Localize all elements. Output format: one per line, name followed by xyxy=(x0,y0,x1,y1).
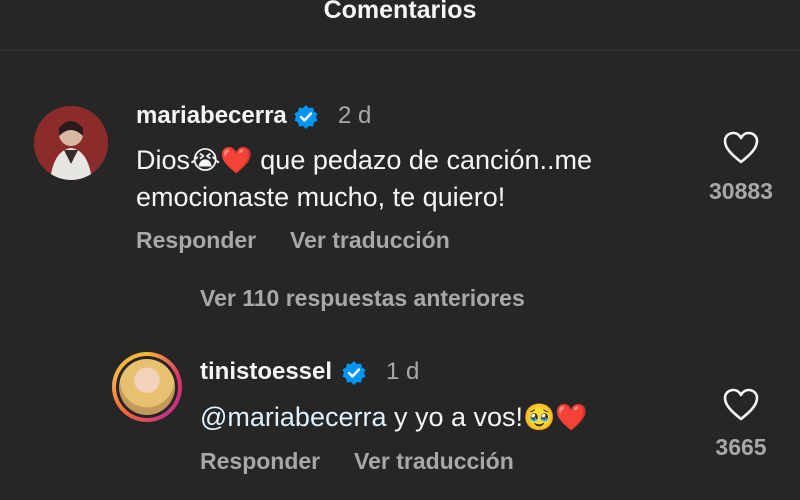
crying-heart-emoji: 😭❤️ xyxy=(190,146,253,176)
like-heart-icon[interactable] xyxy=(723,388,759,422)
comment-text-part: emocionaste mucho, te quiero! xyxy=(136,182,506,212)
avatar-ring-gap xyxy=(116,356,178,418)
reply-text: @mariabecerra y yo a vos!🥹❤️ xyxy=(200,399,588,436)
comment-text: Dios😭❤️ que pedazo de canción..me emocio… xyxy=(136,142,592,215)
comment-username[interactable]: mariabecerra xyxy=(136,102,287,130)
comments-header: Comentarios xyxy=(0,0,800,51)
avatar-photo xyxy=(34,106,108,180)
view-previous-replies-button[interactable]: Ver 110 respuestas anteriores xyxy=(200,285,525,312)
reply-time: 1 d xyxy=(386,358,420,385)
like-count: 30883 xyxy=(709,178,773,204)
story-ring-avatar[interactable] xyxy=(112,352,182,422)
reply-button[interactable]: Responder xyxy=(200,448,320,475)
mention-link[interactable]: @mariabecerra xyxy=(200,402,386,432)
reply-username[interactable]: tinistoessel xyxy=(200,358,332,386)
reply-button[interactable]: Responder xyxy=(136,227,256,254)
see-translation-button[interactable]: Ver traducción xyxy=(354,448,514,475)
avatar[interactable] xyxy=(34,106,108,180)
like-count: 3665 xyxy=(715,434,767,460)
comment-text-part: que pedazo de canción..me xyxy=(252,145,593,175)
see-translation-button[interactable]: Ver traducción xyxy=(290,227,450,254)
verified-badge-icon xyxy=(294,105,318,129)
like-heart-icon[interactable] xyxy=(723,131,759,165)
comment-text-part: Dios xyxy=(136,145,191,175)
reply-text-part: y yo a vos! xyxy=(386,402,524,432)
pleading-heart-emoji: 🥹❤️ xyxy=(523,403,588,433)
comment-time: 2 d xyxy=(338,102,372,129)
avatar xyxy=(119,359,175,415)
verified-badge-icon xyxy=(342,361,366,385)
page-title: Comentarios xyxy=(323,0,477,24)
